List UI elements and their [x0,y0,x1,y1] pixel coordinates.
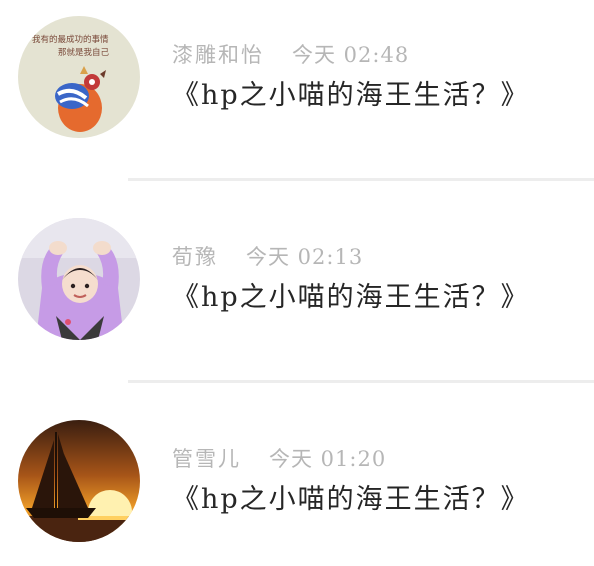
post-title[interactable]: 《hp之小喵的海王生活？》 [172,76,530,116]
divider [128,380,594,383]
author-name[interactable]: 漆雕和怡 [172,43,264,67]
avatar[interactable] [18,218,140,340]
post-time: 今天 01:20 [269,447,387,471]
sailboat-sunset-avatar-icon [18,420,140,542]
divider [128,178,594,181]
feed-item[interactable]: 我有的最成功的事情 那就是我自己 漆雕和怡 今天 02:48 《hp之小喵的海王生… [0,0,594,181]
post-title[interactable]: 《hp之小喵的海王生活？》 [172,480,530,520]
post-meta: 漆雕和怡 今天 02:48 [172,40,409,70]
avatar-caption-line1: 我有的最成功的事情 [32,34,109,45]
cartoon-avatar-icon: 我有的最成功的事情 那就是我自己 [18,16,140,138]
post-meta: 管雪儿 今天 01:20 [172,444,386,474]
author-name[interactable]: 荀豫 [172,245,218,269]
feed-item[interactable]: 管雪儿 今天 01:20 《hp之小喵的海王生活？》 [0,404,594,564]
post-meta: 荀豫 今天 02:13 [172,242,363,272]
avatar[interactable]: 我有的最成功的事情 那就是我自己 [18,16,140,138]
feed-item[interactable]: 荀豫 今天 02:13 《hp之小喵的海王生活？》 [0,202,594,383]
author-name[interactable]: 管雪儿 [172,447,241,471]
avatar-caption-line2: 那就是我自己 [58,47,110,58]
post-time: 今天 02:13 [246,245,364,269]
post-title[interactable]: 《hp之小喵的海王生活？》 [172,278,530,318]
child-photo-avatar-icon [18,218,140,340]
post-time: 今天 02:48 [292,43,410,67]
avatar[interactable] [18,420,140,542]
post-feed: 我有的最成功的事情 那就是我自己 漆雕和怡 今天 02:48 《hp之小喵的海王生… [0,0,594,566]
